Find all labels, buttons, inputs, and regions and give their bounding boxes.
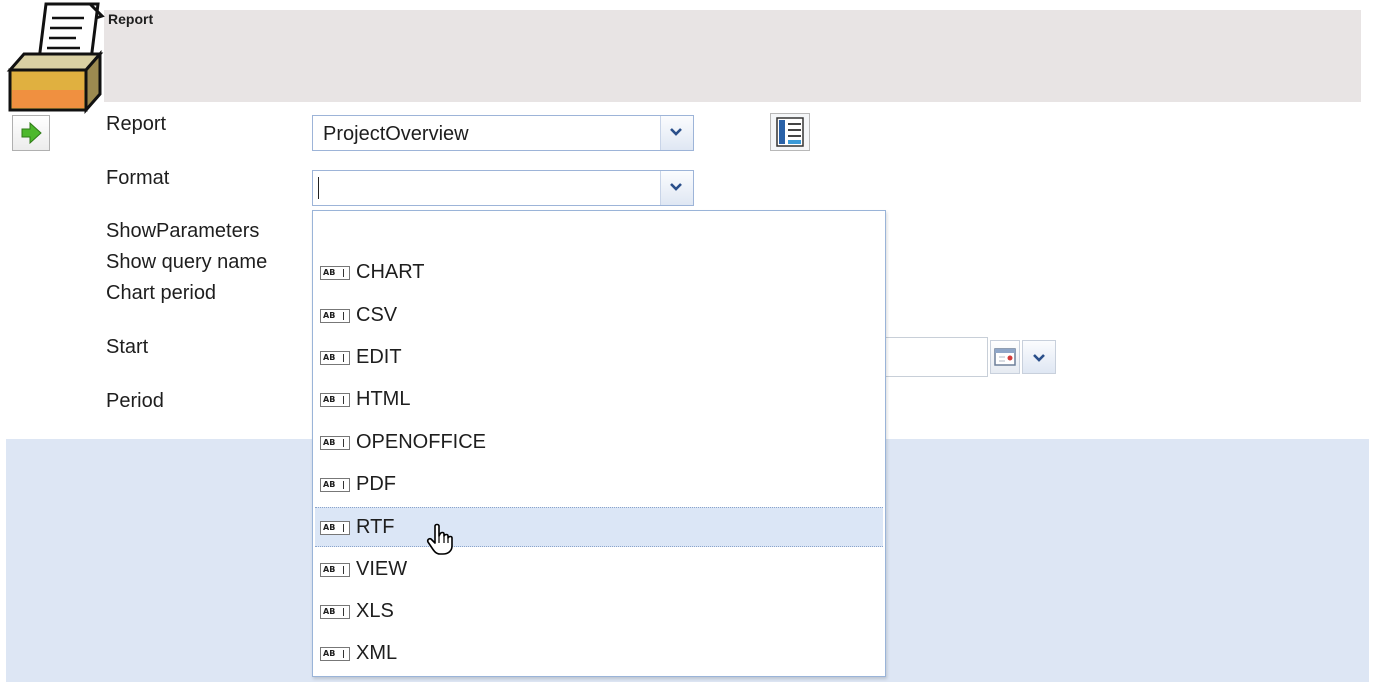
format-option-html[interactable]: AB HTML xyxy=(315,380,883,420)
report-printer-icon xyxy=(6,2,105,114)
format-option-openoffice[interactable]: AB OPENOFFICE xyxy=(315,423,883,463)
start-date-dropdown-arrow[interactable] xyxy=(1022,340,1056,374)
page-title: Report xyxy=(108,11,154,27)
run-report-button[interactable] xyxy=(12,115,50,151)
option-label: XLS xyxy=(356,600,394,622)
option-label: XML xyxy=(356,642,398,664)
header-band xyxy=(104,10,1361,102)
text-cursor xyxy=(318,177,319,199)
option-label: PDF xyxy=(356,473,396,495)
format-dropdown-list[interactable]: AB CHART AB CSV AB EDIT AB HTML AB OPENO… xyxy=(312,210,886,677)
report-select[interactable]: ProjectOverview xyxy=(312,115,694,151)
option-label: RTF xyxy=(356,516,395,538)
report-dropdown-arrow[interactable] xyxy=(660,116,693,150)
chevron-down-icon xyxy=(670,128,682,136)
report-select-value: ProjectOverview xyxy=(323,123,469,145)
option-label: CHART xyxy=(356,261,425,283)
format-option-rtf[interactable]: AB RTF xyxy=(315,507,883,547)
option-label: CSV xyxy=(356,304,398,326)
text-field-icon: AB xyxy=(320,521,350,535)
option-label: HTML xyxy=(356,388,411,410)
chart-period-label: Chart period xyxy=(106,282,217,304)
arrow-right-icon xyxy=(21,122,42,144)
chevron-down-icon xyxy=(670,183,682,191)
text-field-icon: AB xyxy=(320,266,350,280)
format-option-edit[interactable]: AB EDIT xyxy=(315,338,883,378)
format-option-empty[interactable] xyxy=(315,213,883,253)
show-query-name-label: Show query name xyxy=(106,251,268,273)
format-dropdown-arrow[interactable] xyxy=(660,171,693,205)
calendar-icon xyxy=(994,348,1016,366)
format-option-xls[interactable]: AB XLS xyxy=(315,592,883,632)
format-option-xml[interactable]: AB XML xyxy=(315,634,883,674)
format-option-pdf[interactable]: AB PDF xyxy=(315,465,883,505)
text-field-icon: AB xyxy=(320,563,350,577)
format-select[interactable] xyxy=(312,170,694,206)
text-field-icon: AB xyxy=(320,647,350,661)
text-field-icon: AB xyxy=(320,605,350,619)
option-label: OPENOFFICE xyxy=(356,431,487,453)
report-designer-button[interactable] xyxy=(770,113,810,151)
text-field-icon: AB xyxy=(320,436,350,450)
text-field-icon: AB xyxy=(320,309,350,323)
option-label: EDIT xyxy=(356,346,402,368)
format-option-csv[interactable]: AB CSV xyxy=(315,296,883,336)
period-label: Period xyxy=(106,390,164,412)
text-field-icon: AB xyxy=(320,351,350,365)
calendar-button[interactable] xyxy=(990,340,1020,374)
report-label: Report xyxy=(106,113,167,135)
text-field-icon: AB xyxy=(320,393,350,407)
start-label: Start xyxy=(106,336,149,358)
chevron-down-icon xyxy=(1033,354,1045,362)
option-label: VIEW xyxy=(356,558,408,580)
text-field-icon: AB xyxy=(320,478,350,492)
format-label: Format xyxy=(106,167,170,189)
hand-pointer-icon xyxy=(426,523,453,555)
show-parameters-label: ShowParameters xyxy=(106,220,260,242)
start-date-input[interactable] xyxy=(870,337,988,377)
format-option-view[interactable]: AB VIEW xyxy=(315,550,883,590)
report-designer-icon xyxy=(776,117,804,147)
format-option-chart[interactable]: AB CHART xyxy=(315,253,883,293)
